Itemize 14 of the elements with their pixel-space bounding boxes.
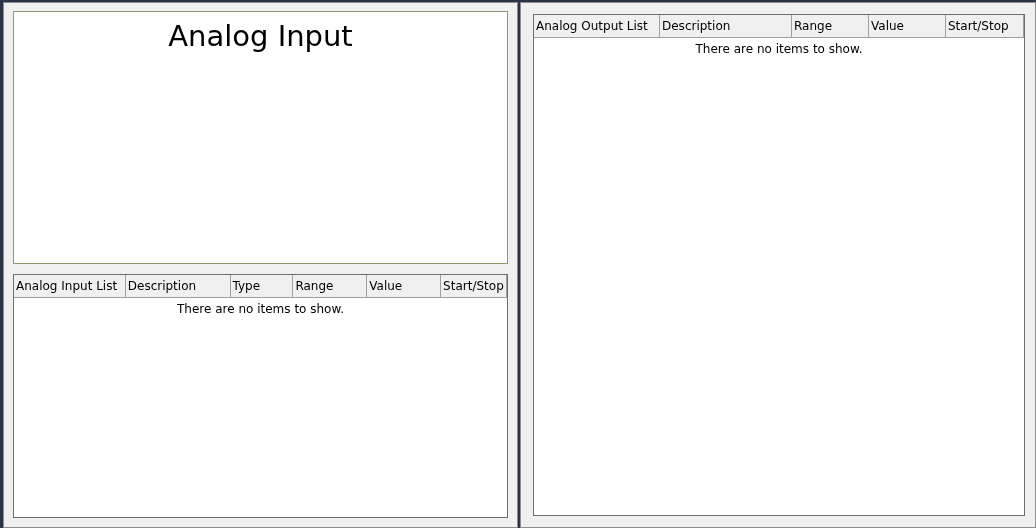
column-header[interactable]: Description <box>660 15 792 37</box>
column-header[interactable]: Analog Output List <box>534 15 660 37</box>
column-header[interactable]: Start/Stop <box>441 275 507 297</box>
column-header[interactable]: Start/Stop <box>946 15 1024 37</box>
column-header[interactable]: Description <box>125 275 231 297</box>
column-header[interactable]: Range <box>792 15 869 37</box>
empty-message: There are no items to show. <box>695 42 863 56</box>
column-header[interactable]: Analog Input List <box>14 275 126 297</box>
column-header[interactable]: Value <box>869 15 946 37</box>
column-header[interactable]: Type <box>230 275 294 297</box>
column-header[interactable]: Value <box>367 275 442 297</box>
empty-message: There are no items to show. <box>177 302 344 316</box>
column-header[interactable]: Range <box>293 275 368 297</box>
chart-title: Analog Input <box>168 18 353 54</box>
